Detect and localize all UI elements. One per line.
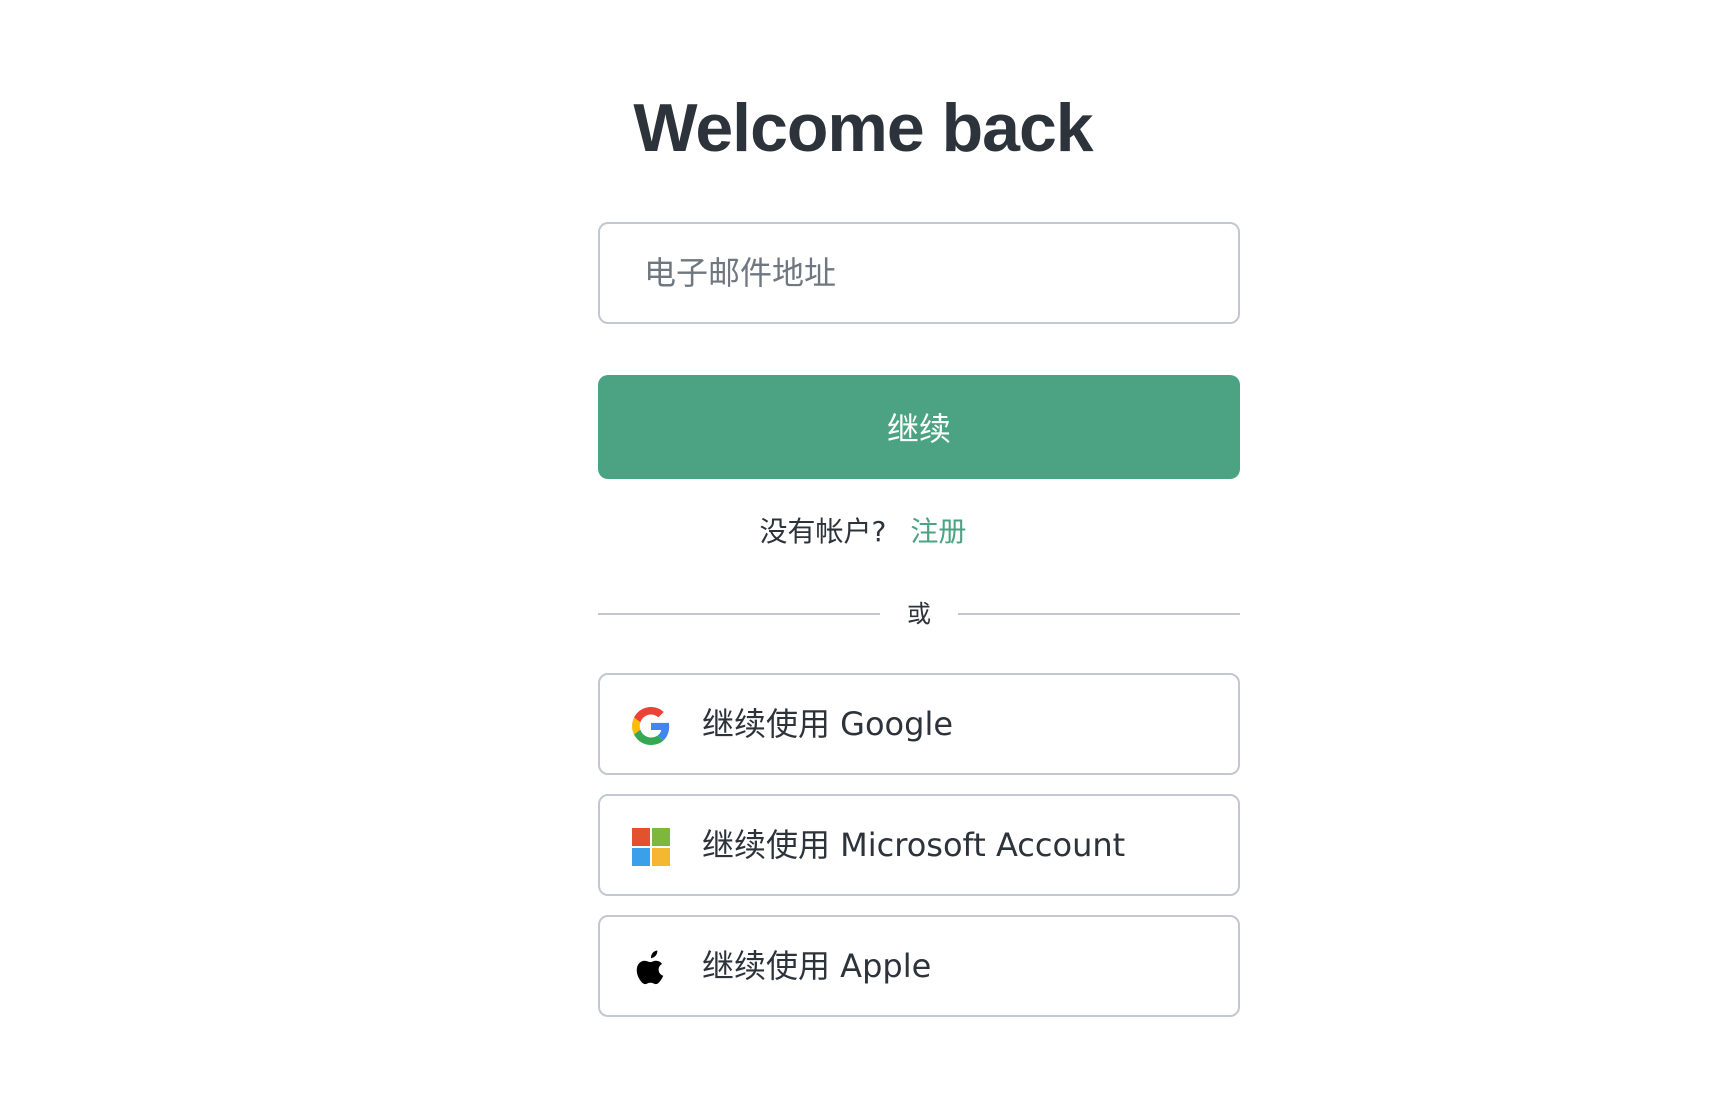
- google-button-label: 继续使用 Google: [702, 705, 954, 743]
- apple-icon: [632, 949, 670, 987]
- signup-prompt-row: 没有帐户? 注册: [0, 510, 1726, 554]
- apple-button-label: 继续使用 Apple: [702, 947, 932, 985]
- email-field[interactable]: [598, 222, 1240, 324]
- continue-with-apple-button[interactable]: 继续使用 Apple: [598, 915, 1240, 1017]
- divider-line-right: [958, 613, 1240, 615]
- microsoft-icon: [632, 828, 670, 866]
- google-icon: [632, 707, 670, 745]
- page-title: Welcome back: [633, 90, 1093, 166]
- microsoft-button-label: 继续使用 Microsoft Account: [702, 826, 1126, 864]
- signup-link[interactable]: 注册: [910, 515, 966, 548]
- signup-prompt-text: 没有帐户?: [759, 515, 887, 548]
- continue-with-google-button[interactable]: 继续使用 Google: [598, 673, 1240, 775]
- continue-with-microsoft-button[interactable]: 继续使用 Microsoft Account: [598, 794, 1240, 896]
- continue-button[interactable]: 继续: [598, 375, 1240, 479]
- login-page: Welcome back 继续 没有帐户? 注册 或 继续使用 Google: [0, 0, 1726, 1104]
- or-divider: 或: [598, 596, 1240, 632]
